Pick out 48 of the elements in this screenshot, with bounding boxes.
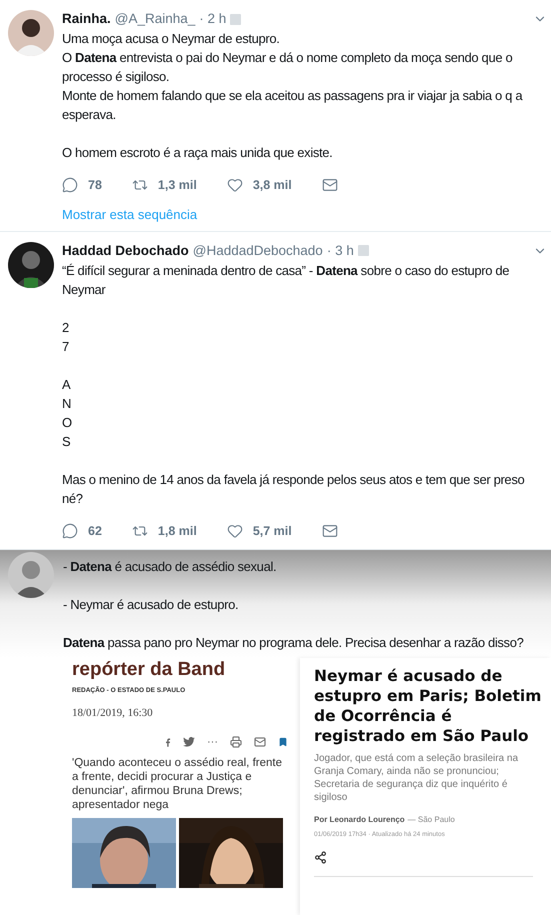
action-count: 78 xyxy=(88,177,102,194)
printer-icon[interactable] xyxy=(230,736,242,748)
tweet-text: O homem escroto é a raça mais unida que existe. xyxy=(62,144,334,162)
tweet-text: O Datena entrevista o pai do Neymar e dá o nome completo da moça sendo que o processo é sigiloso. xyxy=(62,49,514,86)
bird-icon[interactable] xyxy=(183,737,195,747)
tweet-text: Datena passa pano pro Neymar no programa dele. Precisa desenhar a razão disso? xyxy=(63,634,524,652)
tweet-text: 7 xyxy=(62,338,70,356)
tweet-time[interactable]: · 2 h xyxy=(199,10,226,28)
share-icon[interactable] xyxy=(314,851,327,864)
action-icon[interactable] xyxy=(226,523,243,540)
article-author[interactable]: Por Leonardo Lourenço xyxy=(314,814,405,826)
author-name[interactable]: Rainha. xyxy=(62,10,111,28)
mail-icon[interactable] xyxy=(322,177,338,194)
action-count: 3,8 mil xyxy=(252,177,292,194)
action-count: 1,8 mil xyxy=(158,522,197,540)
tweet-time[interactable]: · 3 h xyxy=(326,242,354,260)
article-subtitle: Jogador, que está com a seleção brasileira na Granja Comary, ainda não se pronunciou; Secretaria de segurança diz que inquérito é sigiloso xyxy=(314,752,520,804)
action-icon[interactable] xyxy=(62,177,78,194)
tweet-text: - Datena é acusado de assédio sexual. xyxy=(63,558,278,576)
author-name[interactable]: Haddad Debochado xyxy=(62,242,189,260)
show-thread-link[interactable]: Mostrar esta sequência xyxy=(62,206,198,223)
tweet-text: O xyxy=(62,414,73,432)
more-button[interactable]: ··· xyxy=(207,734,218,750)
tweet-text: 2 xyxy=(62,318,70,337)
tweet-text: Uma moça acusa o Neymar de estupro. xyxy=(62,30,281,48)
tweet-text: - Neymar é acusado de estupro. xyxy=(63,596,240,614)
action-count: 1,3 mil xyxy=(158,177,197,194)
action-count: 62 xyxy=(88,522,102,540)
tweet-text: Monte de homem falando que se ela aceitou as passagens pra ir viajar ja sabia o q a esperava. xyxy=(62,87,524,124)
article-date: 18/01/2019, 16:30 xyxy=(72,706,154,722)
tweet-text: “É difícil segurar a meninada dentro de casa” - Datena sobre o caso do estupro de Neymar xyxy=(62,262,510,299)
tweet-text: N xyxy=(62,394,72,413)
article-subtitle: 'Quando aconteceu o assédio real, frente a frente, decidi procurar a Justiça e denunciar', afirmou Bruna Drews; apresentador nega xyxy=(72,756,283,812)
mail-icon[interactable] xyxy=(322,523,338,540)
mail-icon[interactable] xyxy=(254,736,266,748)
tweet-text: A xyxy=(62,376,72,394)
author-handle[interactable]: @A_Rainha_ xyxy=(114,10,196,28)
article-headline: repórter da Band xyxy=(72,658,226,682)
facebook-icon[interactable] xyxy=(165,736,171,748)
action-count: 5,7 mil xyxy=(252,522,292,540)
tweet-text: Mas o menino de 14 anos da favela já responde pelos seus atos e tem que ser preso né? xyxy=(62,470,526,508)
bookmark-icon[interactable] xyxy=(278,735,288,749)
action-icon[interactable] xyxy=(226,177,243,194)
article-headline: Neymar é acusado de estupro em Paris; Boletim de Ocorrência é registrado em São Paulo xyxy=(314,666,542,746)
article-place: — São Paulo xyxy=(408,814,455,826)
action-icon[interactable] xyxy=(62,523,78,540)
tweet-text: S xyxy=(62,432,72,451)
author-handle[interactable]: @HaddadDebochado xyxy=(192,242,323,260)
